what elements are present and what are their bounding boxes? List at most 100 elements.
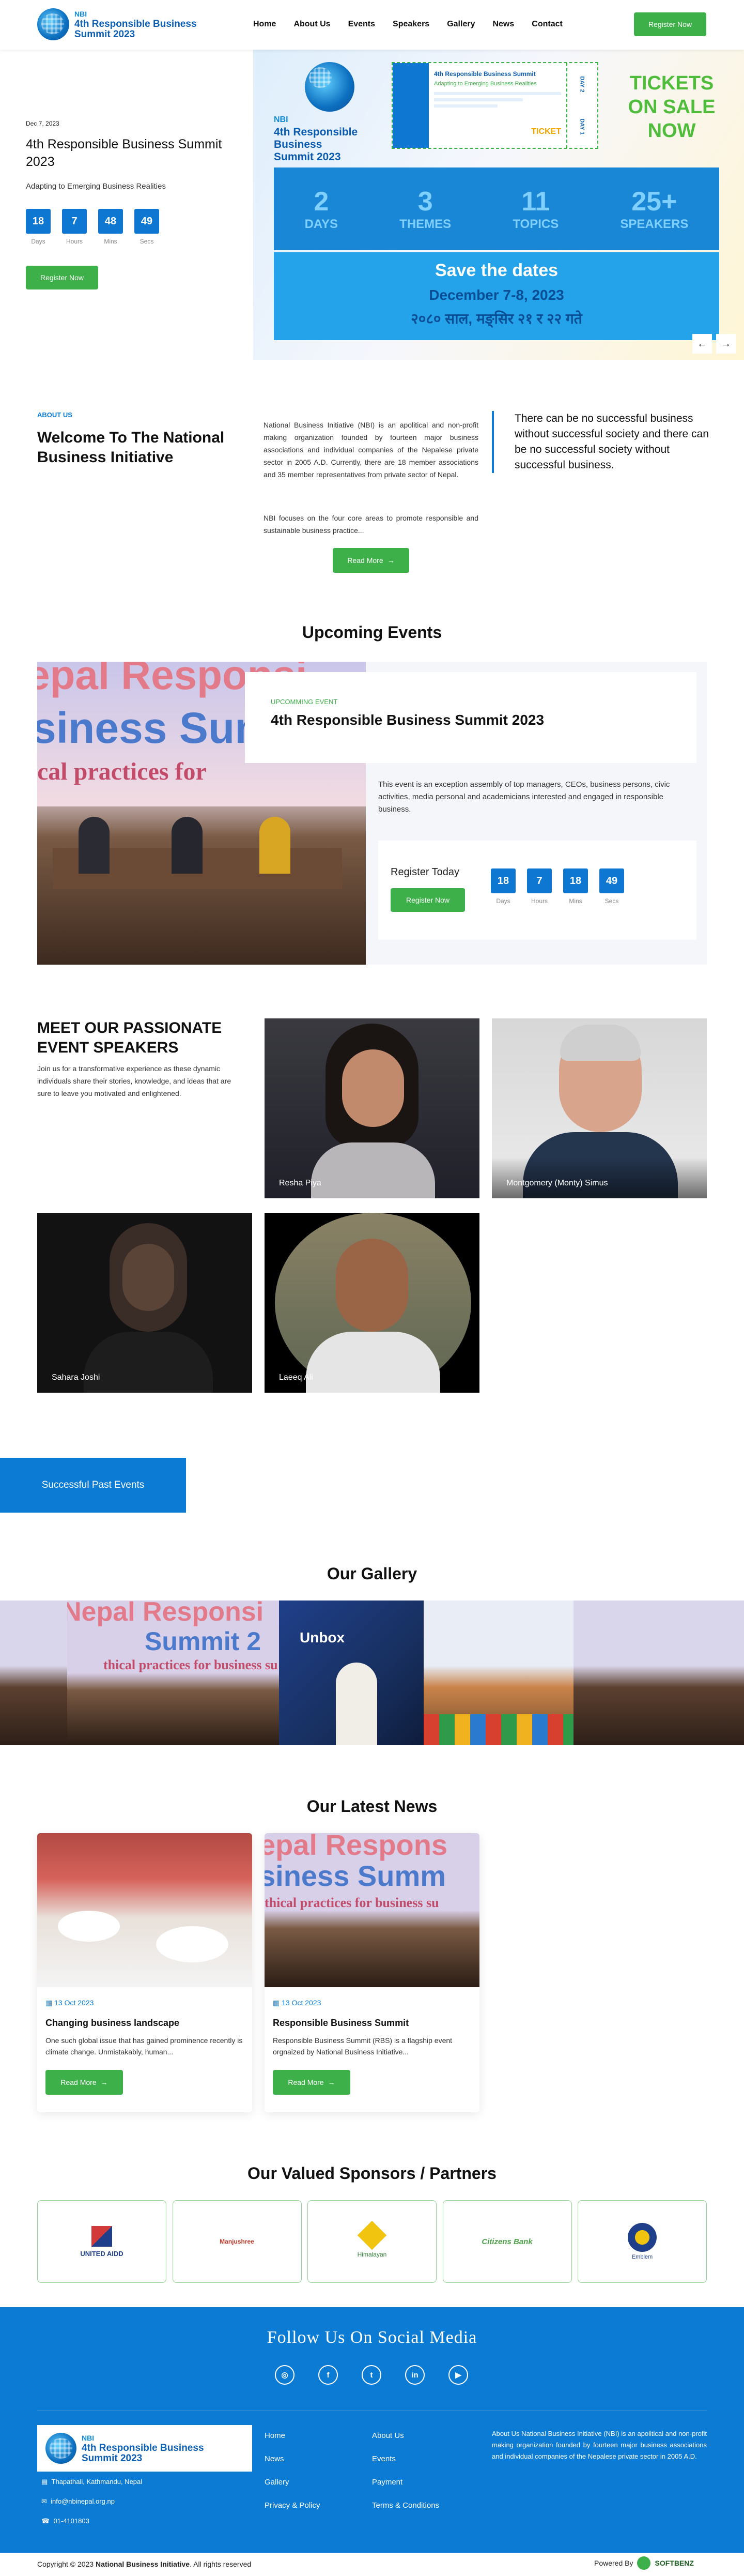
news-image: [37, 1833, 252, 1987]
calendar-icon: ▦: [273, 1999, 280, 2007]
event-countdown: 18 Days 7 Hours 18 Mins 49 Secs: [491, 868, 624, 905]
countdown-days-label: Days: [31, 238, 45, 245]
site-logo[interactable]: NBI 4th Responsible Business Summit 2023: [37, 8, 197, 40]
copyright-prefix: Copyright © 2023: [37, 2560, 94, 2568]
gallery-image[interactable]: [424, 1601, 574, 1745]
event-photo-banner-2: siness Sum: [37, 704, 273, 752]
banner-stats: 2 DAYS 3 THEMES 11 TOPICS 25+ SPEAKERS: [274, 167, 719, 250]
about-paragraph-2: NBI focuses on the four core areas to pr…: [264, 514, 478, 535]
speaker-name: Sahara Joshi: [52, 1373, 100, 1382]
site-footer: Follow Us On Social Media ◎ f t in ▶ NBI…: [0, 2307, 744, 2553]
ticket-line: [434, 92, 561, 95]
speaker-card[interactable]: Laeeq Ali: [265, 1213, 479, 1393]
ticket-day2: DAY 2: [579, 76, 585, 93]
footer-email[interactable]: ✉ info@nbinepal.org.np: [41, 2497, 115, 2506]
footer-link-events[interactable]: Events: [372, 2455, 439, 2463]
sponsor-logo[interactable]: Manjushree: [172, 2200, 302, 2283]
countdown-secs: 49: [134, 209, 159, 234]
sponsors-section-title: Our Valued Sponsors / Partners: [247, 2164, 497, 2183]
event-eyebrow: UPCOMMING EVENT: [271, 698, 338, 706]
past-events-button[interactable]: Successful Past Events: [0, 1458, 186, 1513]
news-title[interactable]: Responsible Business Summit: [273, 2018, 471, 2029]
sponsor-logo[interactable]: UNITED AIDD: [37, 2200, 166, 2283]
slider-prev-arrow-icon[interactable]: ←: [692, 334, 712, 354]
footer-phone[interactable]: ☎ 01-4101803: [41, 2517, 89, 2525]
footer-link-about[interactable]: About Us: [372, 2431, 439, 2440]
footer-link-payment[interactable]: Payment: [372, 2478, 439, 2487]
footer-link-privacy[interactable]: Privacy & Policy: [265, 2501, 320, 2510]
event-title[interactable]: 4th Responsible Business Summit 2023: [271, 712, 671, 728]
nav-events[interactable]: Events: [348, 20, 375, 29]
youtube-icon[interactable]: ▶: [448, 2365, 468, 2385]
slider-next-arrow-icon[interactable]: →: [716, 334, 736, 354]
social-links: ◎ f t in ▶: [275, 2365, 468, 2385]
footer-logo-line3: Summit 2023: [82, 2453, 143, 2464]
nav-gallery[interactable]: Gallery: [447, 20, 475, 29]
gallery-image[interactable]: [574, 1601, 744, 1745]
event-register-today: Register Today: [391, 866, 460, 878]
footer-link-gallery[interactable]: Gallery: [265, 2478, 320, 2487]
banner-logo-line2: 4th Responsible: [274, 126, 358, 138]
speaker-name: Resha Piya: [279, 1179, 321, 1187]
speaker-name: Montgomery (Monty) Simus: [506, 1179, 608, 1187]
gallery-image[interactable]: [0, 1601, 67, 1745]
footer-link-home[interactable]: Home: [265, 2431, 320, 2440]
footer-logo-line2: 4th Responsible Business: [82, 2443, 204, 2453]
nav-news[interactable]: News: [492, 20, 514, 29]
ticket-stub: [393, 63, 429, 148]
news-read-more-label: Read More: [288, 2078, 324, 2086]
facebook-icon[interactable]: f: [318, 2365, 338, 2385]
speaker-card[interactable]: Montgomery (Monty) Simus: [492, 1018, 707, 1198]
footer-link-news[interactable]: News: [265, 2455, 320, 2463]
news-read-more-button[interactable]: Read More →: [45, 2070, 123, 2095]
arrow-right-icon: →: [328, 2078, 335, 2086]
gallery-image[interactable]: Nepal Responsi Summit 2 thical practices…: [67, 1601, 279, 1745]
banner-globe-icon: [305, 62, 354, 112]
about-read-more-button[interactable]: Read More →: [333, 548, 409, 573]
footer-link-terms[interactable]: Terms & Conditions: [372, 2501, 439, 2510]
arrow-right-icon: →: [100, 2078, 108, 2086]
linkedin-icon[interactable]: in: [405, 2365, 425, 2385]
sponsors-row: UNITED AIDD Manjushree Himalayan Citizen…: [37, 2200, 707, 2283]
speaker-card[interactable]: Sahara Joshi: [37, 1213, 252, 1393]
footer-logo-line1: NBI: [82, 2434, 95, 2442]
save-dates-np: २०८० साल, मङ्सिर २१ र २२ गते: [411, 311, 582, 327]
event-countdown-mins: 18: [563, 868, 588, 893]
tickets-line1: TICKETS: [629, 72, 714, 94]
news-section-title: Our Latest News: [306, 1797, 438, 1816]
instagram-icon[interactable]: ◎: [275, 2365, 295, 2385]
speaker-card[interactable]: Resha Piya: [265, 1018, 479, 1198]
nav-contact[interactable]: Contact: [532, 20, 563, 29]
news-image-text: epal Respons: [265, 1833, 448, 1861]
footer-logo[interactable]: NBI 4th Responsible Business Summit 2023: [37, 2425, 252, 2472]
header-register-button[interactable]: Register Now: [634, 12, 706, 36]
news-read-more-button[interactable]: Read More →: [273, 2070, 350, 2095]
news-card[interactable]: epal Respons siness Summ thical practice…: [265, 1833, 479, 2112]
gallery-section-title: Our Gallery: [327, 1564, 417, 1583]
banner-logo-line1: NBI: [274, 115, 288, 124]
sponsor-logo[interactable]: Emblem: [578, 2200, 707, 2283]
hero-register-button[interactable]: Register Now: [26, 266, 98, 289]
sponsor-logo[interactable]: Citizens Bank: [442, 2200, 572, 2283]
news-image-text: thical practices for business su: [265, 1895, 439, 1910]
nav-speakers[interactable]: Speakers: [393, 20, 429, 29]
nav-about[interactable]: About Us: [293, 20, 330, 29]
softbenz-logo-icon: [637, 2556, 651, 2570]
powered-by[interactable]: Powered By SOFTBENZ: [594, 2556, 694, 2570]
news-title[interactable]: Changing business landscape: [45, 2018, 244, 2029]
footer-links-col1: Home News Gallery Privacy & Policy: [265, 2431, 320, 2510]
stat-days-label: DAYS: [304, 217, 338, 231]
news-card[interactable]: ▦ 13 Oct 2023 Changing business landscap…: [37, 1833, 252, 2112]
event-register-box: Register Today Register Now 18 Days 7 Hour…: [378, 841, 696, 940]
event-register-button[interactable]: Register Now: [391, 888, 465, 912]
ticket-line: [434, 98, 523, 101]
tickets-on-sale: TICKETS ON SALE NOW: [615, 71, 729, 143]
gallery-image[interactable]: Unbox: [279, 1601, 424, 1745]
twitter-icon[interactable]: t: [362, 2365, 381, 2385]
event-countdown-days-label: Days: [496, 897, 510, 905]
footer-about: About Us National Business Initiative (N…: [492, 2430, 707, 2460]
powered-by-name: SOFTBENZ: [655, 2559, 694, 2567]
sponsor-logo[interactable]: Himalayan: [307, 2200, 437, 2283]
nav-home[interactable]: Home: [253, 20, 276, 29]
calendar-icon: ▦: [45, 1999, 53, 2007]
